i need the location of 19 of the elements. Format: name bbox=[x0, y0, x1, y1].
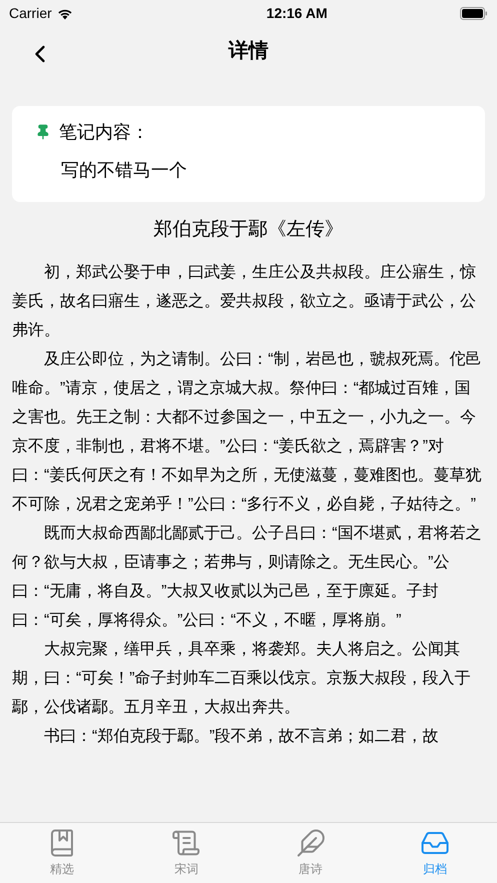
article-paragraph: 初，郑武公娶于申，曰武姜，生庄公及共叔段。庄公寤生，惊姜氏，故名曰寤生，遂恶之。爱共叔段，欲立之。亟请于武公，公弗许。 bbox=[12, 262, 477, 341]
battery-icon bbox=[460, 6, 488, 20]
tab-bar-item[interactable]: 宋词 bbox=[124, 823, 248, 883]
page-title: 详情 bbox=[228, 38, 268, 64]
clock-time: 12:16 AM bbox=[266, 4, 328, 22]
note-content: 写的不错马一个 bbox=[61, 158, 187, 182]
article-paragraph: 大叔完聚，缮甲兵，具卒乘，将袭郑。夫人将启之。公闻其期，曰：“可矣！”命子封帅车二百乘以伐京。京叛大叔段，段入于鄢，公伐诸鄢。五月辛丑，大叔出奔共。 bbox=[12, 640, 472, 718]
tab-bar-item[interactable]: 唐诗 bbox=[248, 823, 373, 883]
note-label: 笔记内容： bbox=[59, 120, 149, 144]
article-title: 郑伯克段于鄢《左传》 bbox=[154, 218, 344, 242]
pin-icon bbox=[35, 124, 51, 140]
tab-bar-item[interactable]: 归档 bbox=[372, 823, 497, 883]
article-paragraph: 既而大叔命西鄙北鄙贰于己。公子吕曰：“国不堪贰，君将若之何？欲与大叔，臣请事之；若弗与，则请除之。无生民心。”公曰：“无庸，将自及。”大叔又收贰以为己邑，至于廪延。子封曰：“可矣，厚将得众。”公曰：“不义，不暱，厚将崩。” bbox=[12, 524, 482, 631]
tab-bar-item[interactable]: 精选 bbox=[0, 823, 124, 883]
article-paragraph: 及庄公即位，为之请制。公曰：“制，岩邑也，虢叔死焉。佗邑唯命。”请京，使居之，谓之京城大叔。祭仲曰：“都城过百雉，国之害也。先王之制：大都不过参国之一，中五之一，小九之一。今京不度，非制也，君将不堪。”公曰：“姜氏欲之，焉辟害？”对曰：“姜氏何厌之有！不如早为之所，无使滋蔓，蔓难图也。蔓草犹不可除，况君之宠弟乎！”公曰：“多行不义，必自毙，子姑待之。” bbox=[12, 350, 482, 515]
feather-icon bbox=[296, 828, 326, 858]
scroll-icon bbox=[171, 828, 202, 858]
carrier-label: Carrier bbox=[9, 4, 52, 22]
article-paragraph: 书曰：“郑伯克段于鄢。”段不弟，故不言弟；如二君，故 bbox=[43, 726, 440, 747]
